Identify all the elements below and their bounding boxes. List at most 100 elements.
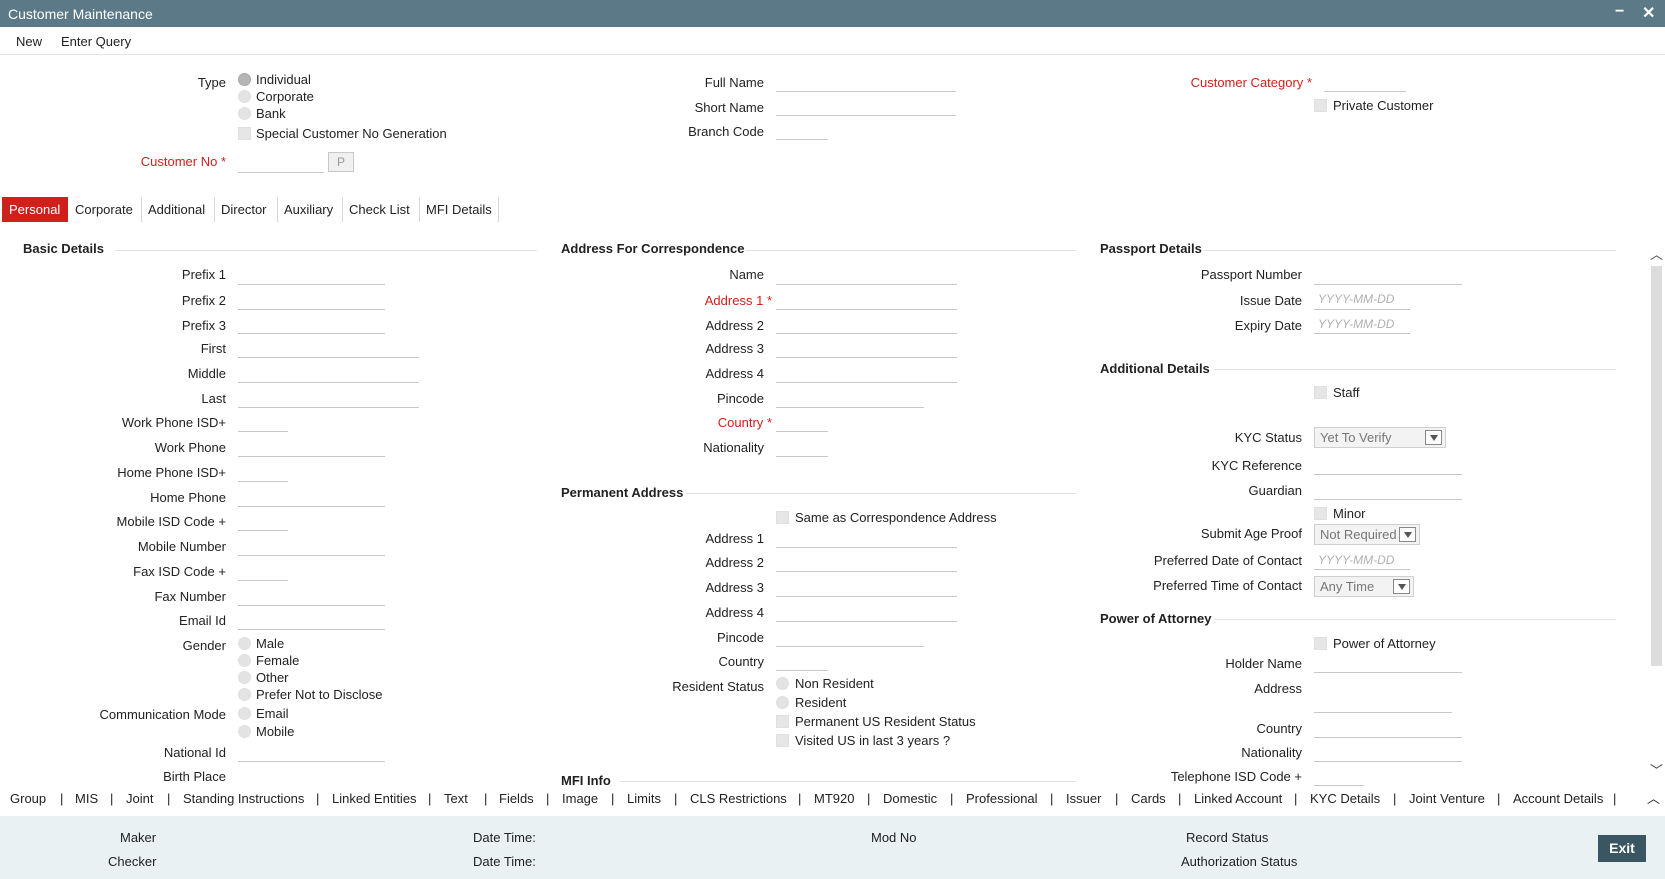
- perm-address2-input[interactable]: [776, 553, 957, 572]
- link-linked-account[interactable]: Linked Account: [1194, 791, 1282, 806]
- corr-country-input[interactable]: [776, 413, 828, 432]
- link-image[interactable]: Image: [562, 791, 598, 806]
- poa-country-input[interactable]: [1314, 719, 1462, 738]
- gender-undisclosed-radio[interactable]: [238, 688, 251, 701]
- link-joint[interactable]: Joint: [126, 791, 153, 806]
- gender-other-radio[interactable]: [238, 671, 251, 684]
- first-name-input[interactable]: [238, 339, 419, 358]
- exit-button[interactable]: Exit: [1598, 835, 1646, 862]
- perm-pincode-input[interactable]: [776, 628, 924, 647]
- middle-name-input[interactable]: [238, 364, 419, 383]
- short-name-input[interactable]: [776, 97, 956, 116]
- private-customer-checkbox[interactable]: [1314, 99, 1327, 112]
- corr-address2-input[interactable]: [776, 315, 957, 334]
- type-individual-radio[interactable]: [238, 73, 251, 86]
- comm-email-radio[interactable]: [238, 707, 251, 720]
- same-as-corr-checkbox[interactable]: [776, 511, 789, 524]
- link-mis[interactable]: MIS: [75, 791, 98, 806]
- tab-check-list[interactable]: Check List: [344, 197, 420, 222]
- holder-name-input[interactable]: [1314, 654, 1462, 673]
- link-standing-instructions[interactable]: Standing Instructions: [183, 791, 304, 806]
- perm-address4-input[interactable]: [776, 603, 957, 622]
- non-resident-radio[interactable]: [776, 677, 789, 690]
- prefix3-input[interactable]: [238, 315, 385, 334]
- national-id-input[interactable]: [238, 743, 385, 762]
- expiry-date-input[interactable]: [1314, 315, 1410, 334]
- gender-female-radio[interactable]: [238, 654, 251, 667]
- special-customer-checkbox[interactable]: [238, 127, 251, 140]
- prefix2-input[interactable]: [238, 291, 385, 310]
- power-of-attorney-checkbox[interactable]: [1314, 637, 1327, 650]
- link-professional[interactable]: Professional: [966, 791, 1038, 806]
- link-kyc-details[interactable]: KYC Details: [1310, 791, 1380, 806]
- home-phone-isd-input[interactable]: [238, 463, 288, 482]
- email-id-input[interactable]: [238, 611, 385, 630]
- pref-time-select[interactable]: Any Time: [1314, 576, 1414, 597]
- mobile-isd-input[interactable]: [238, 512, 288, 531]
- kyc-reference-input[interactable]: [1314, 456, 1462, 475]
- pref-date-input[interactable]: [1314, 551, 1410, 570]
- poa-address-input[interactable]: [1314, 694, 1452, 713]
- telephone-isd-input[interactable]: [1314, 767, 1364, 786]
- corr-nationality-input[interactable]: [776, 438, 828, 457]
- passport-number-input[interactable]: [1314, 266, 1462, 285]
- corr-name-input[interactable]: [776, 266, 957, 285]
- minimize-icon[interactable]: −: [1615, 3, 1624, 21]
- link-issuer[interactable]: Issuer: [1066, 791, 1101, 806]
- corr-pincode-input[interactable]: [776, 389, 924, 408]
- perm-address1-input[interactable]: [776, 529, 957, 548]
- corr-address4-input[interactable]: [776, 364, 957, 383]
- resident-radio[interactable]: [776, 696, 789, 709]
- visited-us-checkbox[interactable]: [776, 734, 789, 747]
- home-phone-input[interactable]: [238, 488, 385, 507]
- last-name-input[interactable]: [238, 389, 419, 408]
- type-bank-radio[interactable]: [238, 107, 251, 120]
- close-icon[interactable]: ✕: [1642, 3, 1655, 23]
- content-scrollbar[interactable]: ︿ ﹀: [1649, 232, 1664, 778]
- prefix1-input[interactable]: [238, 266, 385, 285]
- work-phone-input[interactable]: [238, 438, 385, 457]
- link-cls-restrictions[interactable]: CLS Restrictions: [690, 791, 787, 806]
- scroll-up-icon[interactable]: ︿: [1650, 244, 1663, 263]
- link-linked-entities[interactable]: Linked Entities: [332, 791, 417, 806]
- enter-query-menu-item[interactable]: Enter Query: [61, 34, 131, 49]
- tab-corporate[interactable]: Corporate: [70, 197, 142, 222]
- link-account-details[interactable]: Account Details: [1513, 791, 1603, 806]
- scroll-down-icon[interactable]: ﹀: [1650, 760, 1663, 779]
- minor-checkbox[interactable]: [1314, 507, 1327, 520]
- type-corporate-radio[interactable]: [238, 90, 251, 103]
- scrollbar-thumb[interactable]: [1651, 266, 1662, 666]
- link-fields[interactable]: Fields: [499, 791, 534, 806]
- tab-auxiliary[interactable]: Auxiliary: [279, 197, 343, 222]
- perm-us-resident-checkbox[interactable]: [776, 715, 789, 728]
- issue-date-input[interactable]: [1314, 291, 1410, 310]
- corr-address3-input[interactable]: [776, 339, 957, 358]
- p-button[interactable]: P: [328, 152, 354, 172]
- kyc-status-select[interactable]: Yet To Verify: [1314, 427, 1446, 448]
- expand-up-icon[interactable]: ︿: [1647, 788, 1660, 807]
- tab-additional[interactable]: Additional: [143, 197, 215, 222]
- poa-nationality-input[interactable]: [1314, 743, 1462, 762]
- link-group[interactable]: Group: [10, 791, 46, 806]
- corr-address1-input[interactable]: [776, 291, 957, 310]
- perm-country-input[interactable]: [776, 652, 828, 671]
- gender-male-radio[interactable]: [238, 637, 251, 650]
- link-mt920[interactable]: MT920: [814, 791, 854, 806]
- fax-number-input[interactable]: [238, 587, 385, 606]
- tab-mfi-details[interactable]: MFI Details: [421, 197, 499, 222]
- branch-code-input[interactable]: [776, 121, 828, 140]
- link-text[interactable]: Text: [444, 791, 468, 806]
- link-domestic[interactable]: Domestic: [883, 791, 937, 806]
- customer-no-input[interactable]: [238, 154, 324, 173]
- tab-personal[interactable]: Personal: [2, 197, 68, 222]
- staff-checkbox[interactable]: [1314, 386, 1327, 399]
- perm-address3-input[interactable]: [776, 578, 957, 597]
- tab-director[interactable]: Director: [216, 197, 278, 222]
- link-joint-venture[interactable]: Joint Venture: [1409, 791, 1485, 806]
- fax-isd-input[interactable]: [238, 562, 288, 581]
- full-name-input[interactable]: [776, 73, 956, 92]
- link-cards[interactable]: Cards: [1131, 791, 1166, 806]
- mobile-number-input[interactable]: [238, 537, 385, 556]
- comm-mobile-radio[interactable]: [238, 725, 251, 738]
- link-limits[interactable]: Limits: [627, 791, 661, 806]
